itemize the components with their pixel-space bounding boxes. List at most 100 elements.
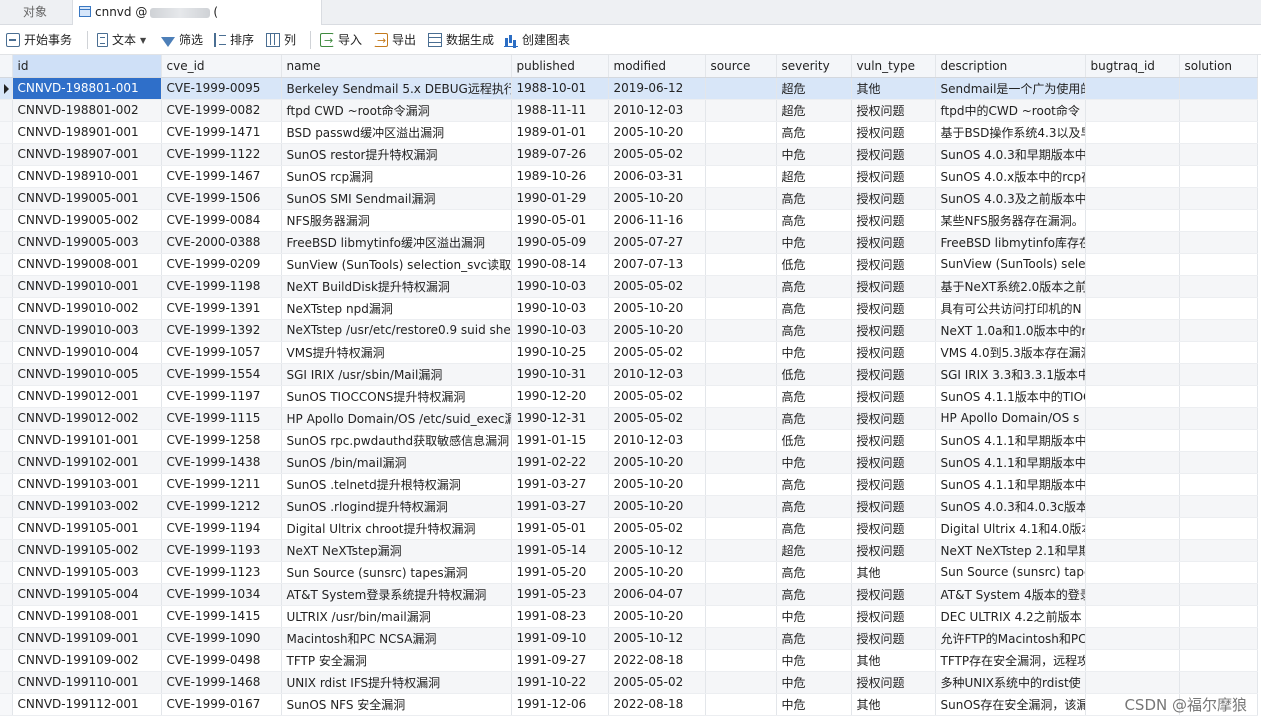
cell-published[interactable]: 1990-05-09 bbox=[511, 231, 609, 254]
cell-id[interactable]: CNNVD-199008-001 bbox=[12, 253, 162, 276]
cell-name[interactable]: SunOS SMI Sendmail漏洞 bbox=[281, 187, 512, 210]
cell-bugtraq-id[interactable] bbox=[1085, 187, 1180, 210]
cell-source[interactable] bbox=[705, 605, 777, 628]
table-row[interactable]: CNNVD-199103-001 CVE-1999-1211 SunOS .teln… bbox=[0, 473, 1258, 496]
column-header-modified[interactable]: modified bbox=[608, 55, 706, 78]
cell-severity[interactable]: 高危 bbox=[776, 297, 852, 320]
cell-description[interactable]: SunOS 4.1.1和早期版本中 bbox=[935, 473, 1086, 496]
cell-id[interactable]: CNNVD-199109-002 bbox=[12, 649, 162, 672]
column-header-bugtraq-id[interactable]: bugtraq_id bbox=[1085, 55, 1180, 78]
cell-description[interactable]: NeXT 1.0a和1.0版本中的r bbox=[935, 319, 1086, 342]
cell-source[interactable] bbox=[705, 495, 777, 518]
cell-id[interactable]: CNNVD-199010-004 bbox=[12, 341, 162, 364]
cell-modified[interactable]: 2005-05-02 bbox=[608, 407, 706, 430]
cell-source[interactable] bbox=[705, 143, 777, 166]
cell-solution[interactable] bbox=[1179, 429, 1258, 452]
cell-cve-id[interactable]: CVE-1999-1391 bbox=[161, 297, 282, 320]
cell-solution[interactable] bbox=[1179, 451, 1258, 474]
cell-description[interactable]: SunView (SunTools) sele bbox=[935, 253, 1086, 276]
cell-bugtraq-id[interactable] bbox=[1085, 297, 1180, 320]
cell-cve-id[interactable]: CVE-1999-1258 bbox=[161, 429, 282, 452]
cell-solution[interactable] bbox=[1179, 385, 1258, 408]
cell-severity[interactable]: 高危 bbox=[776, 385, 852, 408]
cell-vuln-type[interactable]: 授权问题 bbox=[851, 99, 936, 122]
cell-cve-id[interactable]: CVE-1999-0209 bbox=[161, 253, 282, 276]
row-marker[interactable] bbox=[0, 253, 13, 276]
cell-description[interactable]: SunOS 4.1.1版本中的TIOC bbox=[935, 385, 1086, 408]
cell-description[interactable]: 某些NFS服务器存在漏洞。 bbox=[935, 209, 1086, 232]
cell-modified[interactable]: 2005-10-12 bbox=[608, 627, 706, 650]
cell-cve-id[interactable]: CVE-1999-1506 bbox=[161, 187, 282, 210]
cell-severity[interactable]: 中危 bbox=[776, 649, 852, 672]
cell-solution[interactable] bbox=[1179, 253, 1258, 276]
cell-modified[interactable]: 2005-10-20 bbox=[608, 605, 706, 628]
cell-bugtraq-id[interactable] bbox=[1085, 627, 1180, 650]
table-row[interactable]: CNNVD-199005-002 CVE-1999-0084 NFS服务器漏洞 199… bbox=[0, 209, 1258, 232]
column-header-description[interactable]: description bbox=[935, 55, 1086, 78]
cell-source[interactable] bbox=[705, 649, 777, 672]
cell-name[interactable]: BSD passwd缓冲区溢出漏洞 bbox=[281, 121, 512, 144]
cell-vuln-type[interactable]: 授权问题 bbox=[851, 121, 936, 144]
cell-cve-id[interactable]: CVE-1999-1122 bbox=[161, 143, 282, 166]
cell-source[interactable] bbox=[705, 363, 777, 386]
row-marker[interactable] bbox=[0, 627, 13, 650]
cell-description[interactable]: SunOS 4.0.3及之前版本中 bbox=[935, 187, 1086, 210]
cell-modified[interactable]: 2005-05-02 bbox=[608, 275, 706, 298]
cell-solution[interactable] bbox=[1179, 209, 1258, 232]
cell-vuln-type[interactable]: 授权问题 bbox=[851, 187, 936, 210]
cell-solution[interactable] bbox=[1179, 605, 1258, 628]
cell-published[interactable]: 1991-09-10 bbox=[511, 627, 609, 650]
cell-source[interactable] bbox=[705, 429, 777, 452]
cell-name[interactable]: ftpd CWD ~root命令漏洞 bbox=[281, 99, 512, 122]
row-marker[interactable] bbox=[0, 165, 13, 188]
cell-severity[interactable]: 高危 bbox=[776, 275, 852, 298]
cell-id[interactable]: CNNVD-199005-001 bbox=[12, 187, 162, 210]
cell-solution[interactable] bbox=[1179, 297, 1258, 320]
cell-id[interactable]: CNNVD-199105-004 bbox=[12, 583, 162, 606]
cell-description[interactable]: NeXT NeXTstep 2.1和早期 bbox=[935, 539, 1086, 562]
table-row[interactable]: CNNVD-199105-003 CVE-1999-1123 Sun Source … bbox=[0, 561, 1258, 584]
cell-source[interactable] bbox=[705, 671, 777, 694]
cell-bugtraq-id[interactable] bbox=[1085, 451, 1180, 474]
cell-modified[interactable]: 2005-07-27 bbox=[608, 231, 706, 254]
cell-vuln-type[interactable]: 授权问题 bbox=[851, 451, 936, 474]
cell-name[interactable]: HP Apollo Domain/OS /etc/suid_exec漏 bbox=[281, 407, 512, 430]
table-row[interactable]: CNNVD-199012-002 CVE-1999-1115 HP Apollo D… bbox=[0, 407, 1258, 430]
cell-cve-id[interactable]: CVE-1999-1193 bbox=[161, 539, 282, 562]
cell-name[interactable]: NFS服务器漏洞 bbox=[281, 209, 512, 232]
column-header-vuln-type[interactable]: vuln_type bbox=[851, 55, 936, 78]
cell-id[interactable]: CNNVD-199012-001 bbox=[12, 385, 162, 408]
cell-vuln-type[interactable]: 其他 bbox=[851, 649, 936, 672]
cell-severity[interactable]: 中危 bbox=[776, 231, 852, 254]
cell-name[interactable]: NeXT BuildDisk提升特权漏洞 bbox=[281, 275, 512, 298]
cell-solution[interactable] bbox=[1179, 187, 1258, 210]
cell-published[interactable]: 1990-12-31 bbox=[511, 407, 609, 430]
cell-severity[interactable]: 高危 bbox=[776, 495, 852, 518]
cell-name[interactable]: Digital Ultrix chroot提升特权漏洞 bbox=[281, 517, 512, 540]
row-marker[interactable] bbox=[0, 143, 13, 166]
row-marker[interactable] bbox=[0, 187, 13, 210]
cell-solution[interactable] bbox=[1179, 231, 1258, 254]
row-marker[interactable] bbox=[0, 649, 13, 672]
cell-vuln-type[interactable]: 授权问题 bbox=[851, 231, 936, 254]
cell-vuln-type[interactable]: 授权问题 bbox=[851, 319, 936, 342]
cell-solution[interactable] bbox=[1179, 77, 1258, 100]
cell-cve-id[interactable]: CVE-1999-1211 bbox=[161, 473, 282, 496]
cell-description[interactable]: Digital Ultrix 4.1和4.0版本 bbox=[935, 517, 1086, 540]
row-marker[interactable] bbox=[0, 275, 13, 298]
cell-bugtraq-id[interactable] bbox=[1085, 143, 1180, 166]
cell-severity[interactable]: 高危 bbox=[776, 517, 852, 540]
cell-cve-id[interactable]: CVE-1999-1468 bbox=[161, 671, 282, 694]
row-marker[interactable] bbox=[0, 407, 13, 430]
cell-vuln-type[interactable]: 授权问题 bbox=[851, 297, 936, 320]
cell-published[interactable]: 1990-01-29 bbox=[511, 187, 609, 210]
row-marker[interactable] bbox=[0, 671, 13, 694]
cell-published[interactable]: 1991-12-06 bbox=[511, 693, 609, 716]
row-marker[interactable] bbox=[0, 209, 13, 232]
cell-source[interactable] bbox=[705, 121, 777, 144]
cell-vuln-type[interactable]: 授权问题 bbox=[851, 407, 936, 430]
table-row[interactable]: CNNVD-199110-001 CVE-1999-1468 UNIX rdist … bbox=[0, 671, 1258, 694]
sort-button[interactable]: 排序 bbox=[214, 29, 254, 51]
cell-modified[interactable]: 2005-05-02 bbox=[608, 143, 706, 166]
tab-objects[interactable]: 对象 bbox=[0, 0, 70, 25]
